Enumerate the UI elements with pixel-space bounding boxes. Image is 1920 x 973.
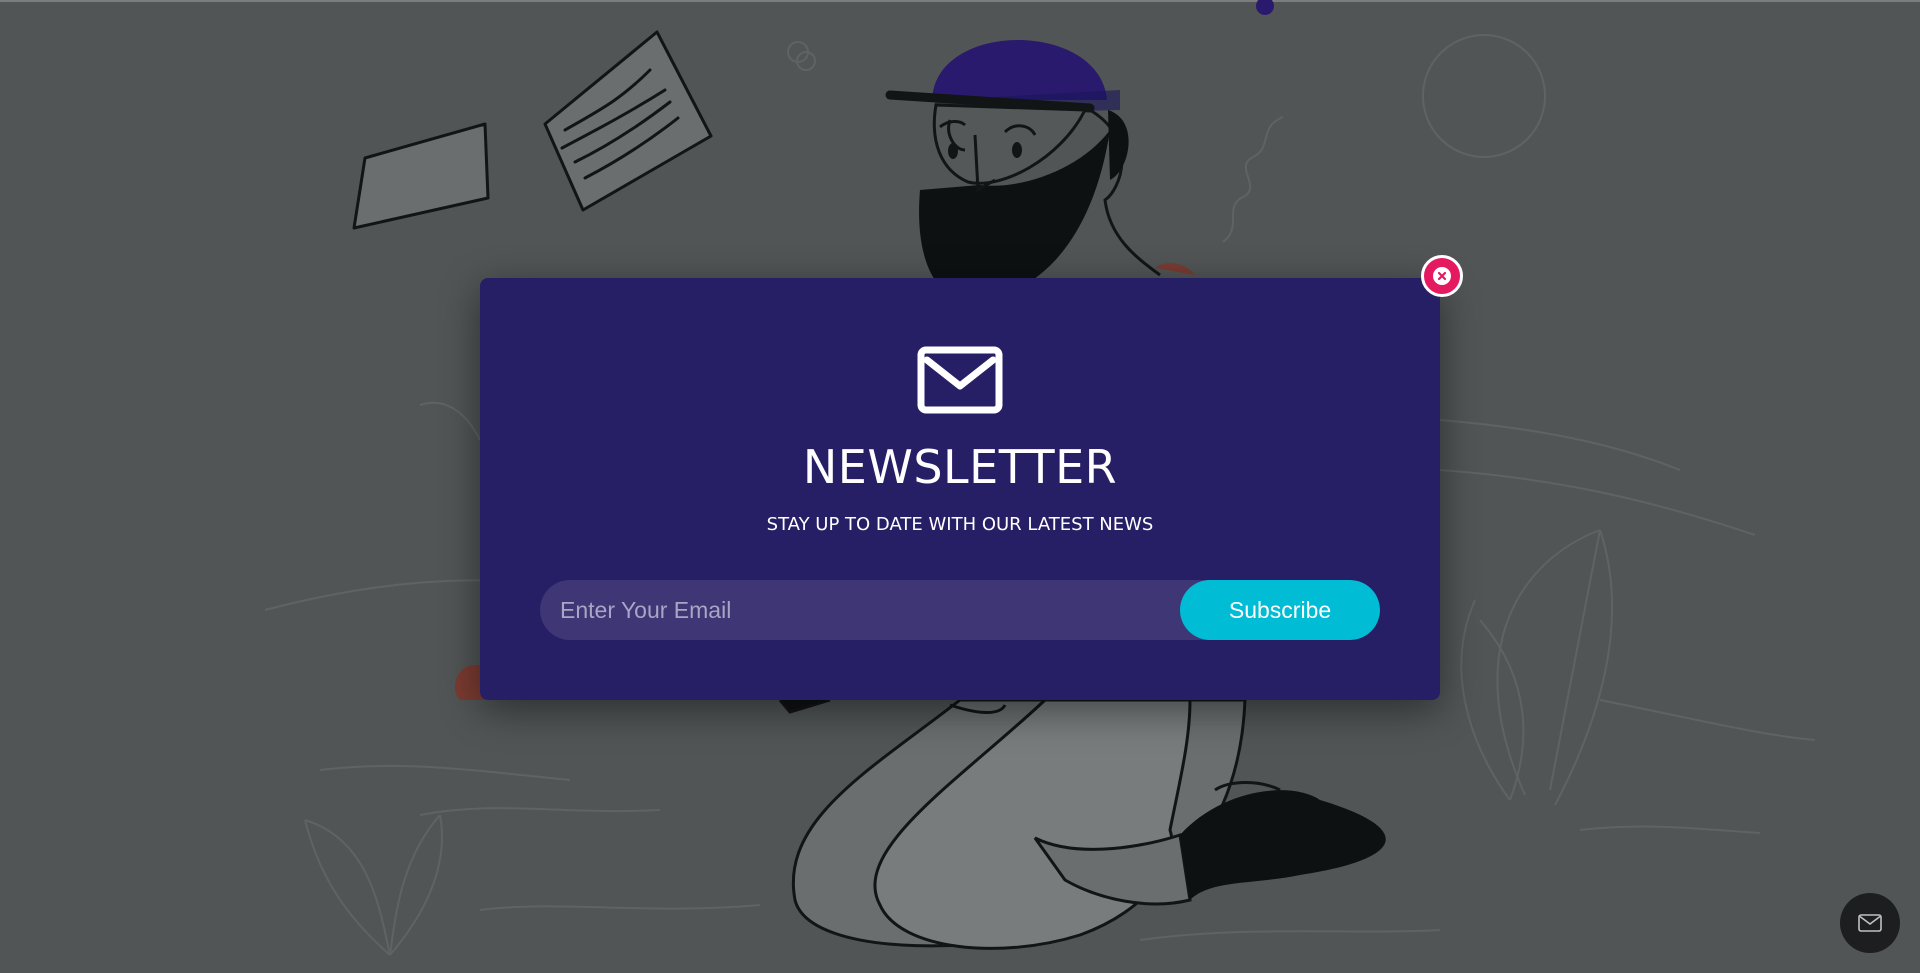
- newsletter-subtitle: STAY UP TO DATE WITH OUR LATEST NEWS: [766, 514, 1154, 535]
- subscribe-button[interactable]: Subscribe: [1180, 580, 1380, 640]
- newsletter-modal: NEWSLETTER STAY UP TO DATE WITH OUR LATE…: [480, 278, 1440, 700]
- close-icon: [1433, 267, 1451, 285]
- floating-newsletter-button[interactable]: [1840, 893, 1900, 953]
- newsletter-title: NEWSLETTER: [802, 440, 1118, 494]
- close-popup-button[interactable]: [1421, 255, 1463, 297]
- envelope-icon: [917, 346, 1003, 414]
- newsletter-signup-form: Subscribe: [540, 580, 1380, 640]
- email-input[interactable]: [540, 580, 1200, 640]
- envelope-icon: [1858, 914, 1882, 932]
